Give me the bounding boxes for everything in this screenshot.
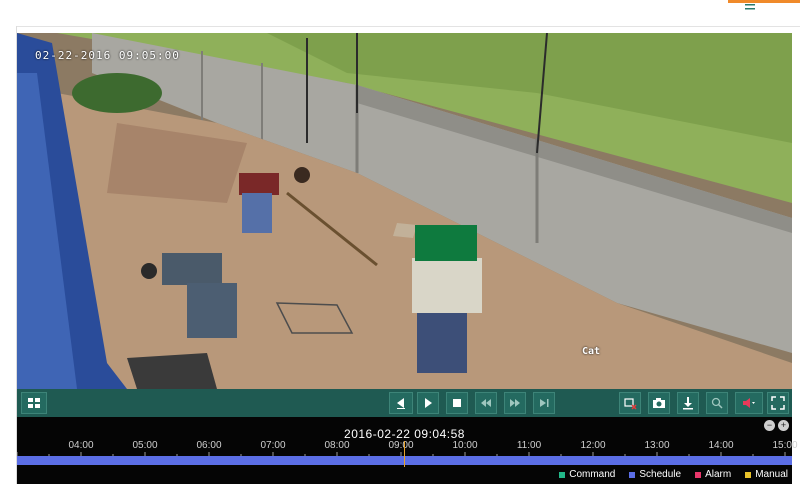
playback-toolbar [17, 389, 792, 417]
legend-label: Alarm [705, 469, 732, 480]
next-frame-button[interactable] [533, 392, 555, 414]
stop-button[interactable] [446, 392, 468, 414]
hour-label: 05:00 [132, 440, 158, 451]
zoom-out-button[interactable]: − [764, 420, 775, 431]
menu-icon[interactable] [744, 2, 756, 15]
step-back-icon [397, 398, 405, 409]
download-icon [683, 397, 693, 410]
top-bar [0, 0, 800, 27]
hour-label: 10:00 [452, 440, 478, 451]
hour-label: 06:00 [196, 440, 222, 451]
hour-label: 09:00 [388, 440, 414, 451]
hour-label: 08:00 [324, 440, 350, 451]
top-accent-line [728, 0, 800, 3]
fast-forward-icon [510, 399, 520, 407]
legend-swatch [695, 471, 702, 478]
clip-cancel-button[interactable] [619, 392, 641, 414]
fast-forward-button[interactable] [504, 392, 526, 414]
slow-reverse-button[interactable] [389, 392, 413, 414]
legend-item: Alarm [695, 468, 731, 481]
hour-label: 15:00 [772, 440, 798, 451]
legend-swatch [745, 471, 752, 478]
timeline-cursor[interactable] [404, 441, 405, 467]
legend-swatch [559, 471, 566, 478]
fullscreen-button[interactable] [767, 392, 789, 414]
play-button[interactable] [417, 392, 439, 414]
legend-label: Command [569, 469, 616, 480]
zoom-in-button[interactable]: + [778, 420, 789, 431]
legend-item: Manual [745, 468, 788, 481]
legend-item: Schedule [629, 468, 681, 481]
hour-label: 04:00 [68, 440, 94, 451]
clip-cancel-icon [624, 398, 637, 410]
fullscreen-icon [771, 396, 785, 410]
legend-item: Command [559, 468, 615, 481]
osd-timestamp: 02-22-2016 09:05:00 [35, 49, 180, 62]
speaker-muted-icon [743, 398, 755, 408]
camera-image [17, 33, 792, 389]
rewind-icon [481, 399, 491, 407]
legend-swatch [629, 471, 636, 478]
hour-label: 14:00 [708, 440, 734, 451]
left-panel-edge [0, 26, 17, 499]
legend-label: Schedule [639, 469, 682, 480]
hour-label: 13:00 [644, 440, 670, 451]
snapshot-button[interactable] [648, 392, 670, 414]
hour-label: 07:00 [260, 440, 286, 451]
zoom-icon [711, 397, 723, 409]
recording-legend: Command Schedule Alarm Manual [559, 468, 788, 481]
legend-label: Manual [755, 469, 788, 480]
digital-zoom-button[interactable] [706, 392, 728, 414]
stop-icon [453, 399, 461, 407]
bottom-strip [0, 484, 800, 499]
play-icon [425, 398, 432, 408]
layout-grid-button[interactable] [21, 392, 47, 414]
download-button[interactable] [677, 392, 699, 414]
video-feed[interactable]: 02-22-2016 09:05:00 Cat [17, 33, 792, 389]
grid-icon [28, 398, 40, 408]
hour-label: 11:00 [516, 440, 542, 451]
audio-button[interactable] [735, 392, 763, 414]
skip-forward-icon [540, 399, 549, 407]
camera-icon [653, 398, 665, 408]
osd-detection-label: Cat [582, 346, 601, 357]
hour-label: 12:00 [580, 440, 606, 451]
timeline-current-time: 2016-02-22 09:04:58 [344, 427, 465, 441]
rewind-button[interactable] [475, 392, 497, 414]
playback-timeline[interactable]: 2016-02-22 09:04:58 − + 04:00 05:00 06:00 0… [17, 417, 798, 484]
